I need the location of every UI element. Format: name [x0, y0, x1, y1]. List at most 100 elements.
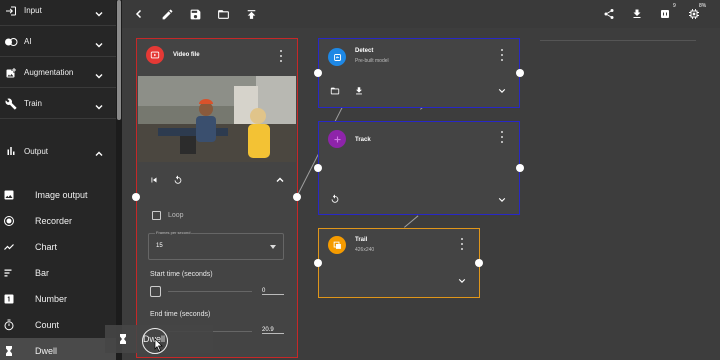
- trail-input-port[interactable]: [314, 259, 322, 267]
- image-icon: [3, 189, 15, 201]
- memory-status[interactable]: [656, 5, 674, 23]
- bar-chart-icon: [4, 144, 18, 158]
- end-time-label: End time (seconds): [150, 311, 211, 318]
- line-chart-icon: [3, 241, 15, 253]
- sidebar-section-input[interactable]: Input: [0, 0, 116, 26]
- sidebar-section-label: AI: [24, 37, 32, 46]
- trail-output-port[interactable]: [475, 259, 483, 267]
- stopwatch-icon: [3, 319, 15, 331]
- sidebar-section-output[interactable]: Output: [0, 136, 116, 166]
- app-root: Input AI Augmentation Train Output Image…: [0, 0, 720, 360]
- detect-input-port[interactable]: [314, 69, 322, 77]
- open-folder-button[interactable]: [214, 5, 232, 23]
- memory-badge: 9: [673, 3, 676, 9]
- folder-icon: [217, 9, 229, 19]
- loop-checkbox[interactable]: [152, 211, 161, 220]
- folder-icon: [330, 87, 340, 95]
- augmentation-icon: [4, 66, 18, 80]
- track-output-port[interactable]: [516, 164, 524, 172]
- upload-button[interactable]: [242, 5, 260, 23]
- download-icon: [356, 87, 362, 95]
- edit-button[interactable]: [158, 5, 176, 23]
- sidebar-section-label: Augmentation: [24, 68, 74, 77]
- save-button[interactable]: [186, 5, 204, 23]
- pencil-icon: [162, 9, 172, 19]
- more-vert-icon[interactable]: [459, 238, 465, 250]
- sidebar-item-label: Number: [35, 294, 68, 304]
- chevron-down-icon: [94, 99, 104, 109]
- upload-icon: [247, 9, 255, 19]
- ai-icon: [4, 35, 18, 49]
- start-time-label: Start time (seconds): [150, 271, 213, 278]
- replay-button[interactable]: [169, 171, 187, 189]
- fps-legend: Frames per second: [155, 230, 192, 235]
- fps-select[interactable]: [148, 233, 284, 260]
- chevron-down-icon: [94, 6, 104, 16]
- sidebar-item-recorder[interactable]: Recorder: [0, 208, 116, 234]
- sidebar-item-number[interactable]: Number: [0, 286, 116, 312]
- back-icon: [135, 9, 142, 19]
- video-input-port[interactable]: [132, 193, 140, 201]
- node-subtitle: 426x240: [355, 247, 375, 253]
- chevron-down-icon[interactable]: [498, 197, 506, 203]
- replay-icon: [174, 175, 182, 184]
- collapse-button[interactable]: [271, 171, 289, 189]
- share-button[interactable]: [600, 5, 618, 23]
- skip-previous-icon: [151, 177, 157, 183]
- video-output-port[interactable]: [293, 193, 301, 201]
- sidebar-item-dwell[interactable]: Dwell: [0, 338, 116, 360]
- start-time-slider[interactable]: [168, 291, 252, 292]
- sidebar-section-ai[interactable]: AI: [0, 27, 116, 57]
- track-node[interactable]: [318, 121, 520, 215]
- open-model-button[interactable]: [326, 82, 344, 100]
- skip-previous-button[interactable]: [145, 171, 163, 189]
- track-input-port[interactable]: [314, 164, 322, 172]
- sidebar-item-count[interactable]: Count: [0, 312, 116, 338]
- pointer-cursor-icon: [154, 338, 163, 352]
- sidebar-section-label: Train: [24, 99, 42, 108]
- dropdown-arrow-icon: [270, 245, 276, 249]
- sidebar-item-image-output[interactable]: Image output: [0, 182, 116, 208]
- chevron-down-icon: [94, 68, 104, 78]
- sidebar-item-label: Count: [35, 320, 60, 330]
- more-vert-icon[interactable]: [499, 131, 505, 143]
- sidebar-item-label: Image output: [35, 190, 88, 200]
- download-button[interactable]: [628, 5, 646, 23]
- sidebar-item-bar[interactable]: Bar: [0, 260, 116, 286]
- start-time-input[interactable]: 0: [262, 288, 284, 295]
- top-toolbar: 9 8%: [122, 0, 720, 28]
- reset-track-button[interactable]: [326, 190, 344, 208]
- chevron-up-icon: [276, 177, 284, 182]
- layers-icon: [328, 236, 346, 254]
- sidebar-scrollbar-thumb[interactable]: [117, 0, 121, 120]
- download-icon: [633, 9, 641, 18]
- sidebar-item-label: Chart: [35, 242, 58, 252]
- sidebar-section-augmentation[interactable]: Augmentation: [0, 58, 116, 88]
- canvas-guide-line: [540, 40, 696, 41]
- detect-output-port[interactable]: [516, 69, 524, 77]
- chevron-up-icon: [94, 146, 104, 156]
- sidebar-item-label: Recorder: [35, 216, 73, 226]
- sidebar-section-train[interactable]: Train: [0, 89, 116, 119]
- save-icon: [190, 9, 200, 19]
- node-title: Track: [355, 137, 371, 143]
- download-model-button[interactable]: [350, 82, 368, 100]
- hourglass-icon: [117, 333, 129, 345]
- chevron-down-icon[interactable]: [458, 278, 466, 284]
- sidebar-section-label: Output: [24, 146, 49, 156]
- record-icon: [3, 215, 15, 227]
- back-button[interactable]: [130, 5, 148, 23]
- bars-icon: [3, 267, 15, 279]
- detect-node[interactable]: [318, 38, 520, 108]
- sidebar-item-chart[interactable]: Chart: [0, 234, 116, 260]
- play-circle-icon: [146, 46, 164, 64]
- sidebar-item-label: Bar: [35, 268, 50, 278]
- end-time-input[interactable]: 20.9: [262, 327, 284, 334]
- replay-icon: [331, 194, 339, 203]
- chevron-down-icon[interactable]: [498, 88, 506, 94]
- start-time-icon[interactable]: [150, 286, 161, 297]
- sidebar-item-label: Dwell: [35, 346, 58, 356]
- more-vert-icon[interactable]: [499, 49, 505, 61]
- login-icon: [4, 4, 18, 18]
- more-vert-icon[interactable]: [278, 50, 284, 62]
